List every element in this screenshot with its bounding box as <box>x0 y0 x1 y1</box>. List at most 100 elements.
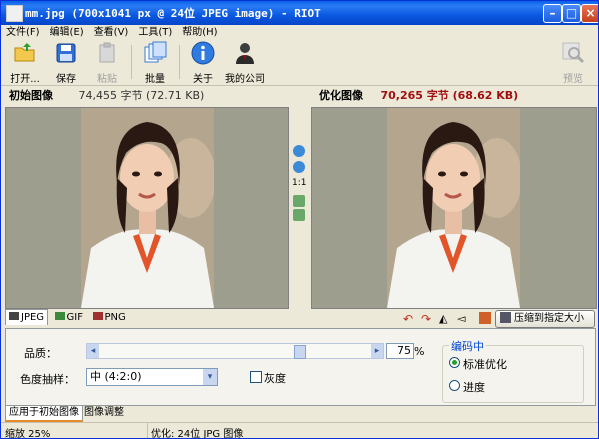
toolbar: 打开... 保存 粘贴 批量 关于 我的公司 预览 <box>1 39 598 86</box>
menu-file[interactable]: 文件(F) <box>1 26 45 40</box>
menu-view[interactable]: 查看(V) <box>89 26 134 40</box>
actual-size-icon[interactable] <box>293 209 305 221</box>
preview-button[interactable]: 预览 <box>553 41 593 85</box>
encoding-progressive-label: 进度 <box>463 381 485 394</box>
original-label: 初始图像 <box>9 89 53 102</box>
format-tabs: JPEG GIF PNG <box>5 309 129 325</box>
open-button[interactable]: 打开... <box>5 41 45 85</box>
encoding-standard-label: 标准优化 <box>463 358 507 371</box>
jpeg-icon <box>9 312 19 320</box>
app-window: mm.jpg (700x1041 px @ 24位 JPEG image) - … <box>0 0 599 439</box>
fit-image-icon[interactable] <box>293 195 305 207</box>
status-zoom: 缩放 25% <box>5 429 51 439</box>
tab-apply-to-original[interactable]: 应用于初始图像 <box>5 406 83 422</box>
menu-help[interactable]: 帮助(H) <box>177 26 222 40</box>
rotate-left-icon[interactable]: ↶ <box>403 312 413 326</box>
encoding-group: 编码中 标准优化 进度 <box>442 338 584 403</box>
encoding-group-title: 编码中 <box>449 338 486 354</box>
optimized-size: 70,265 字节 (68.62 KB) <box>380 89 519 102</box>
status-divider <box>147 423 148 438</box>
tab-gif[interactable]: GIF <box>52 310 86 325</box>
grayscale-label: 灰度 <box>264 372 286 385</box>
save-label: 保存 <box>56 74 76 85</box>
portrait-image <box>81 108 214 308</box>
tab-png[interactable]: PNG <box>90 310 129 325</box>
menu-bar: 文件(F) 编辑(E) 查看(V) 工具(T) 帮助(H) <box>1 25 598 39</box>
open-folder-icon <box>14 43 35 62</box>
chroma-label: 色度抽样： <box>20 373 75 386</box>
batch-images-icon <box>144 41 167 63</box>
company-button[interactable]: 我的公司 <box>223 41 267 85</box>
original-header: 初始图像 74,455 字节 (72.71 KB) <box>9 87 204 103</box>
optimized-label: 优化图像 <box>319 89 363 102</box>
scroll-left-arrow-icon[interactable]: ◂ <box>87 344 99 358</box>
quality-input[interactable]: 75 <box>386 343 414 359</box>
batch-label: 批量 <box>145 74 165 85</box>
encoding-progressive-radio[interactable] <box>449 380 460 391</box>
portrait-image <box>387 108 520 308</box>
grayscale-checkbox[interactable] <box>250 371 262 383</box>
maximize-button[interactable]: □ <box>562 4 581 23</box>
zoom-in-icon[interactable] <box>293 145 305 157</box>
scroll-right-arrow-icon[interactable]: ▸ <box>371 344 383 358</box>
options-panel: 品质： ◂ ▸ 75 % 色度抽样： 中 (4:2:0) ▾ 灰度 编码中 标准… <box>5 328 596 406</box>
mask-icon[interactable] <box>479 312 491 324</box>
batch-button[interactable]: 批量 <box>135 41 175 85</box>
preview-magnifier-icon <box>562 42 585 64</box>
tab-jpeg-label: JPEG <box>21 312 45 323</box>
optimized-header: 优化图像 70,265 字节 (68.62 KB) <box>319 87 518 103</box>
zoom-toolbar: 1:1 <box>290 107 309 307</box>
save-button[interactable]: 保存 <box>46 41 86 85</box>
save-disk-icon <box>56 43 76 63</box>
chroma-select[interactable]: 中 (4:2:0) ▾ <box>86 368 218 386</box>
encoding-standard-radio[interactable] <box>449 357 460 368</box>
person-icon <box>236 43 254 64</box>
company-label: 我的公司 <box>225 74 265 85</box>
about-label: 关于 <box>193 74 213 85</box>
minimize-button[interactable]: – <box>543 4 562 23</box>
quality-slider[interactable]: ◂ ▸ <box>86 343 384 359</box>
tab-image-adjust[interactable]: 图像调整 <box>81 406 127 420</box>
paste-button[interactable]: 粘贴 <box>87 41 127 85</box>
rotate-right-icon[interactable]: ↷ <box>421 312 431 326</box>
gif-icon <box>54 312 65 320</box>
status-info: 优化: 24位 JPG 图像 <box>151 429 244 439</box>
preview-label: 预览 <box>563 74 583 85</box>
original-size: 74,455 字节 (72.71 KB) <box>78 89 205 102</box>
tab-png-label: PNG <box>104 312 126 323</box>
compress-to-size-button[interactable]: 压缩到指定大小 <box>495 310 595 328</box>
radio-selected-dot <box>452 360 457 365</box>
info-icon <box>191 41 215 65</box>
menu-edit[interactable]: 编辑(E) <box>45 26 89 40</box>
window-title: mm.jpg (700x1041 px @ 24位 JPEG image) - … <box>25 7 321 20</box>
quality-slider-thumb[interactable] <box>294 345 306 359</box>
paste-label: 粘贴 <box>97 74 117 85</box>
compress-icon <box>500 312 511 323</box>
flip-horizontal-icon[interactable]: ◭ <box>439 312 447 325</box>
zoom-out-icon[interactable] <box>293 161 305 173</box>
optimized-photo <box>387 108 520 308</box>
optimized-image-pane[interactable] <box>311 107 597 309</box>
original-image-pane[interactable] <box>5 107 289 309</box>
about-button[interactable]: 关于 <box>183 41 223 85</box>
flip-vertical-icon[interactable]: ◅ <box>457 312 465 325</box>
quality-label: 品质： <box>24 347 57 360</box>
app-icon <box>6 5 23 22</box>
tab-gif-label: GIF <box>66 312 83 323</box>
toolbar-separator <box>131 45 132 79</box>
tab-jpeg[interactable]: JPEG <box>5 309 49 325</box>
status-bar: 缩放 25% 优化: 24位 JPG 图像 <box>1 422 598 439</box>
quality-unit: % <box>414 345 425 358</box>
close-button[interactable]: × <box>581 4 598 23</box>
chroma-select-value: 中 (4:2:0) <box>90 370 142 383</box>
original-photo <box>81 108 214 308</box>
open-label: 打开... <box>10 74 40 85</box>
zoom-ratio-label[interactable]: 1:1 <box>292 178 306 188</box>
png-icon <box>92 312 103 320</box>
chevron-down-icon[interactable]: ▾ <box>203 369 217 385</box>
toolbar-separator <box>179 45 180 79</box>
title-bar: mm.jpg (700x1041 px @ 24位 JPEG image) - … <box>1 1 598 25</box>
compress-button-label: 压缩到指定大小 <box>514 313 584 324</box>
paste-clipboard-icon <box>99 42 115 63</box>
menu-tools[interactable]: 工具(T) <box>133 26 177 40</box>
